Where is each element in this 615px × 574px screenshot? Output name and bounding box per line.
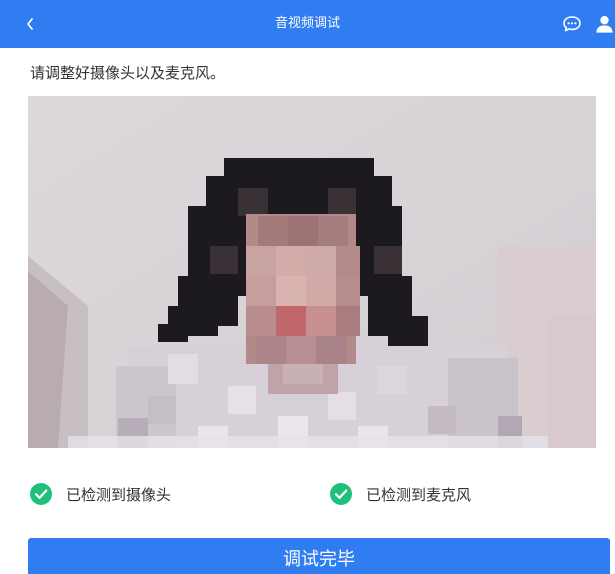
chat-bubble-icon [563,16,581,32]
check-circle-icon [30,483,52,505]
user-button[interactable] [594,12,615,36]
camera-preview [28,96,596,448]
camera-detected-label: 已检测到摄像头 [66,485,172,504]
top-navigation-bar: 音视频调试 [0,0,615,48]
camera-detected-status: 已检测到摄像头 [30,480,171,508]
device-checks: 已检测到摄像头 已检测到麦克风 [0,480,615,508]
microphone-detected-label: 已检测到麦克风 [366,485,472,504]
page-title: 音视频调试 [274,16,340,31]
instruction-text: 请调整好摄像头以及麦克风。 [30,64,226,82]
chat-button[interactable] [560,12,584,36]
microphone-detected-status: 已检测到麦克风 [330,480,471,508]
check-circle-icon [330,483,352,505]
av-debug-page: 音视频调试 请调整好摄像头以及麦克风。 已检测到摄像头 已检测到麦克风 调试完毕 [0,0,615,574]
finish-debug-button[interactable]: 调试完毕 [28,538,610,574]
user-icon [596,15,613,33]
camera-feed-image [28,96,596,448]
